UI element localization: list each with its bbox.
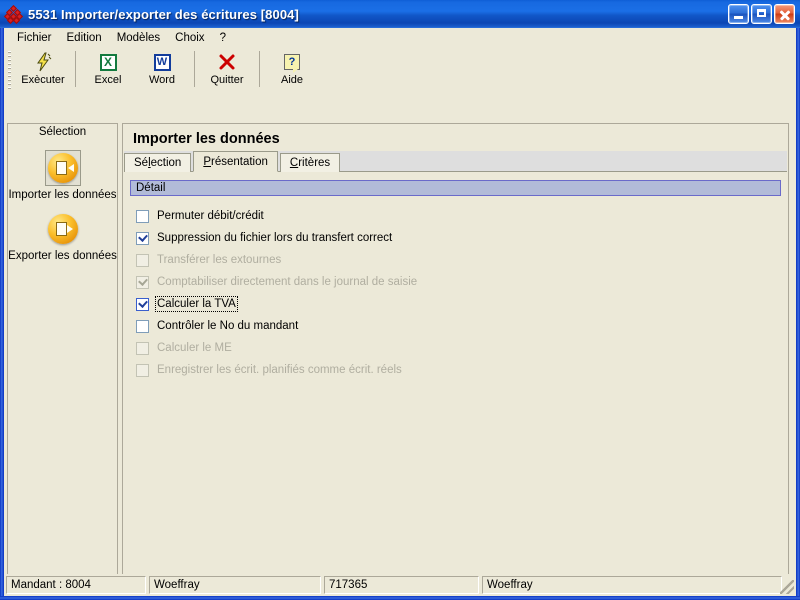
excel-glyph: X <box>99 53 117 71</box>
status-pane-user: Woeffray <box>149 576 321 594</box>
word-glyph: W <box>153 53 171 71</box>
checkbox-label-suppression-fichier: Suppression du fichier lors du transfert… <box>157 232 393 244</box>
import-data-orb-icon[interactable] <box>44 150 81 186</box>
menu-bar: Fichier Edition Modèles Choix ? <box>4 28 796 48</box>
checkbox-label-controler-no-mandant: Contrôler le No du mandant <box>157 320 299 332</box>
help-balloon-icon: ? <box>284 51 300 73</box>
status-pane-number: 717365 <box>324 576 479 594</box>
sidebar-label-importer: Importer les données <box>8 189 117 201</box>
export-data-orb-icon[interactable] <box>45 211 81 247</box>
title-bar[interactable]: 5531 Importer/exporter des écritures [80… <box>0 0 800 28</box>
tab-strip: Sélection Présentation Critères <box>124 151 787 172</box>
group-header-label: Détail <box>136 182 166 194</box>
menu-item-choix[interactable]: Choix <box>168 30 212 46</box>
toolbar-separator-3 <box>259 51 260 87</box>
toolbar-button-quitter[interactable]: Quitter <box>200 48 254 92</box>
maximize-button[interactable] <box>751 4 772 24</box>
menu-item-modeles[interactable]: Modèles <box>110 30 168 46</box>
sidebar: Importer les données Exporter les donnée… <box>7 140 118 590</box>
window-title: 5531 Importer/exporter des écritures [80… <box>28 6 299 22</box>
checkbox-row-permuter-debit-credit[interactable]: Permuter débit/crédit <box>132 205 787 227</box>
checkbox-label-comptabiliser-journal: Comptabiliser directement dans le journa… <box>157 276 418 288</box>
checkbox-label-transferer-extournes: Transférer les extournes <box>157 254 282 266</box>
menu-item-help[interactable]: ? <box>213 30 234 46</box>
help-glyph: ? <box>284 54 300 73</box>
toolbar-button-executer[interactable]: Exècuter <box>16 48 70 92</box>
checkbox-enregistrer-ecrit-planifies <box>136 363 149 377</box>
checkbox-controler-no-mandant[interactable] <box>136 319 149 333</box>
tab-panel-presentation: Détail Permuter débit/crédit Suppression… <box>124 173 787 588</box>
checkbox-row-enregistrer-ecrit-planifies: Enregistrer les écrit. planifiés comme é… <box>132 359 787 381</box>
toolbar-label-executer: Exècuter <box>21 74 65 86</box>
tab-criteres[interactable]: Critères <box>279 153 341 172</box>
checkbox-label-enregistrer-ecrit-planifies: Enregistrer les écrit. planifiés comme é… <box>157 364 402 376</box>
checkbox-label-calculer-tva: Calculer la TVA <box>155 296 238 312</box>
sidebar-item-exporter[interactable]: Exporter les données <box>8 211 117 262</box>
toolbar-button-aide[interactable]: ? Aide <box>265 48 319 92</box>
toolbar-label-word: Word <box>148 74 176 86</box>
resize-grip-icon[interactable] <box>780 580 794 594</box>
checkbox-permuter-debit-credit[interactable] <box>136 209 149 223</box>
toolbar-label-quitter: Quitter <box>210 74 244 86</box>
excel-icon: X <box>99 51 117 73</box>
checkbox-row-calculer-tva[interactable]: Calculer la TVA <box>132 293 787 315</box>
content-split: Sélection Importer les données Exporter … <box>4 116 796 590</box>
checkbox-row-controler-no-mandant[interactable]: Contrôler le No du mandant <box>132 315 787 337</box>
menu-item-edition[interactable]: Edition <box>60 30 110 46</box>
page-title: Importer les données <box>133 131 280 147</box>
group-header-detail: Détail <box>130 180 781 196</box>
menu-item-fichier[interactable]: Fichier <box>10 30 60 46</box>
checkbox-row-calculer-me: Calculer le ME <box>132 337 787 359</box>
status-pane-user2: Woeffray <box>482 576 782 594</box>
checkbox-row-transferer-extournes: Transférer les extournes <box>132 249 787 271</box>
checkbox-label-calculer-me: Calculer le ME <box>157 342 232 354</box>
sidebar-header-label: Sélection <box>38 126 87 138</box>
status-pane-mandant: Mandant : 8004 <box>6 576 146 594</box>
toolbar-button-excel[interactable]: X Excel <box>81 48 135 92</box>
status-bar: Mandant : 8004 Woeffray 717365 Woeffray <box>4 574 796 596</box>
checkbox-group: Permuter débit/crédit Suppression du fic… <box>132 205 787 381</box>
checkbox-row-suppression-fichier[interactable]: Suppression du fichier lors du transfert… <box>132 227 787 249</box>
window-controls <box>728 4 795 24</box>
word-icon: W <box>153 51 171 73</box>
toolbar-separator-1 <box>75 51 76 87</box>
window-frame-bottom <box>0 596 800 600</box>
window-frame-right <box>796 0 800 600</box>
checkbox-calculer-tva[interactable] <box>136 297 149 311</box>
checkbox-calculer-me <box>136 341 149 355</box>
toolbar-separator-2 <box>194 51 195 87</box>
sidebar-label-exporter: Exporter les données <box>8 250 117 262</box>
sidebar-item-importer[interactable]: Importer les données <box>8 150 117 201</box>
checkbox-suppression-fichier[interactable] <box>136 231 149 245</box>
tab-selection[interactable]: Sélection <box>124 153 192 172</box>
toolbar: Exècuter X Excel W Word Quitter ? Aide <box>4 48 796 94</box>
toolbar-label-aide: Aide <box>280 74 304 86</box>
sidebar-header: Sélection <box>7 123 118 141</box>
lightning-icon <box>33 51 53 73</box>
toolbar-button-word[interactable]: W Word <box>135 48 189 92</box>
checkbox-row-comptabiliser-journal: Comptabiliser directement dans le journa… <box>132 271 787 293</box>
red-x-icon <box>217 51 237 73</box>
application-window: 5531 Importer/exporter des écritures [80… <box>0 0 800 600</box>
minimize-button[interactable] <box>728 4 749 24</box>
main-panel: Importer les données Sélection Présentat… <box>122 123 789 590</box>
checkbox-comptabiliser-journal <box>136 275 149 289</box>
client-area: Fichier Edition Modèles Choix ? Exècuter <box>4 28 796 596</box>
toolbar-label-excel: Excel <box>94 74 122 86</box>
checkbox-transferer-extournes <box>136 253 149 267</box>
app-diamond-icon[interactable] <box>3 4 24 25</box>
toolbar-grip[interactable] <box>6 49 14 91</box>
checkbox-label-permuter-debit-credit: Permuter débit/crédit <box>157 210 264 222</box>
close-button[interactable] <box>774 4 795 24</box>
tab-presentation[interactable]: Présentation <box>193 151 278 172</box>
